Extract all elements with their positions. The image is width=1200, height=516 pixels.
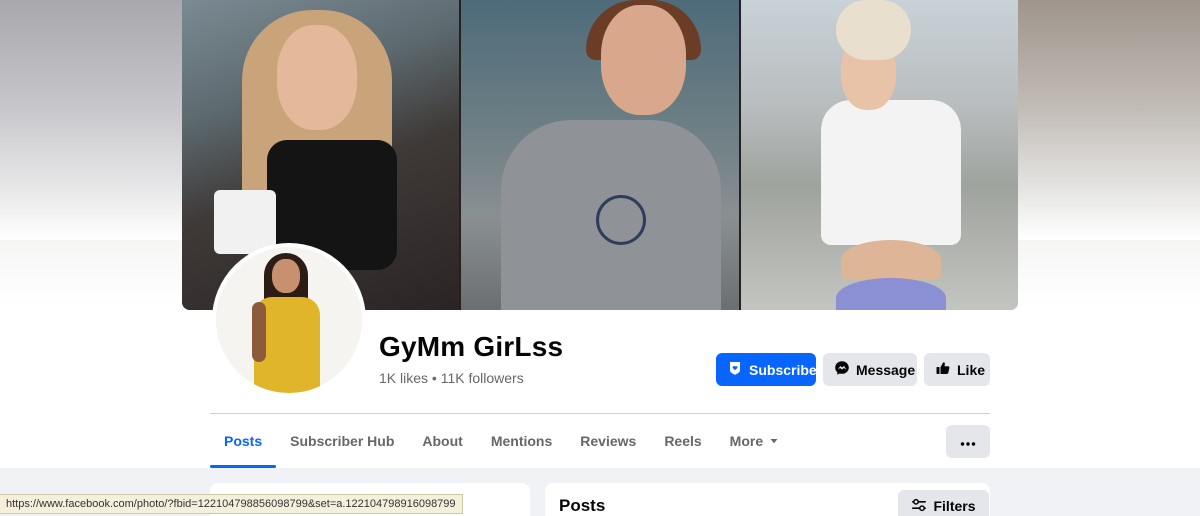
cover-figure-logo (596, 195, 647, 245)
cover-figure-shirt (820, 100, 961, 245)
filters-label: Filters (933, 498, 976, 514)
cover-figure-face (601, 5, 687, 115)
status-bar-url: https://www.facebook.com/photo/?fbid=122… (0, 494, 463, 514)
tab-about-label: About (422, 433, 463, 449)
cover-figure-hair (835, 0, 911, 60)
subscribe-button[interactable]: Subscribe (716, 353, 817, 386)
like-label: Like (957, 361, 986, 378)
messenger-icon (834, 360, 850, 379)
tab-subscriber-hub-label: Subscriber Hub (290, 433, 395, 449)
cover-figure-face (277, 25, 357, 130)
tab-posts-label: Posts (224, 433, 263, 449)
ellipsis-icon (960, 433, 976, 451)
like-button[interactable]: Like (924, 353, 990, 386)
thumbs-up-icon (935, 360, 951, 379)
tab-mentions[interactable]: Mentions (477, 414, 566, 468)
tab-subscriber-hub[interactable]: Subscriber Hub (276, 414, 408, 468)
filters-button[interactable]: Filters (898, 490, 989, 516)
cover-panel-3 (740, 0, 1018, 310)
shield-heart-icon (727, 360, 743, 379)
profile-avatar[interactable] (212, 243, 366, 397)
cover-figure-jar (214, 190, 276, 254)
sliders-icon (911, 498, 927, 515)
cover-figure-leggings (835, 278, 946, 310)
tab-posts[interactable]: Posts (210, 414, 277, 468)
posts-heading: Posts (559, 496, 606, 515)
caret-down-icon (769, 433, 779, 449)
tab-reels[interactable]: Reels (650, 414, 715, 468)
overflow-menu-button[interactable] (946, 425, 990, 458)
message-label: Message (856, 361, 916, 378)
cover-figure-waist (840, 240, 941, 280)
message-button[interactable]: Message (823, 353, 917, 386)
cover-backdrop-left (0, 0, 182, 240)
tab-about[interactable]: About (408, 414, 476, 468)
page-title: GyMm GirLss (379, 331, 564, 362)
tab-reviews[interactable]: Reviews (566, 414, 650, 468)
tab-mentions-label: Mentions (490, 433, 553, 449)
avatar-arm (252, 302, 266, 362)
profile-avatar-image (216, 247, 362, 393)
tab-more[interactable]: More (716, 414, 793, 468)
page-stats[interactable]: 1K likes • 11K followers (379, 370, 524, 386)
subscribe-label: Subscribe (749, 361, 817, 378)
page-tabs: Posts Subscriber Hub About Mentions Revi… (210, 414, 793, 468)
cover-backdrop-right (1018, 0, 1200, 240)
avatar-face (272, 259, 300, 293)
tab-reviews-label: Reviews (580, 433, 637, 449)
cover-panel-2 (461, 0, 739, 310)
tab-reels-label: Reels (664, 433, 702, 449)
tab-more-label: More (729, 433, 764, 449)
